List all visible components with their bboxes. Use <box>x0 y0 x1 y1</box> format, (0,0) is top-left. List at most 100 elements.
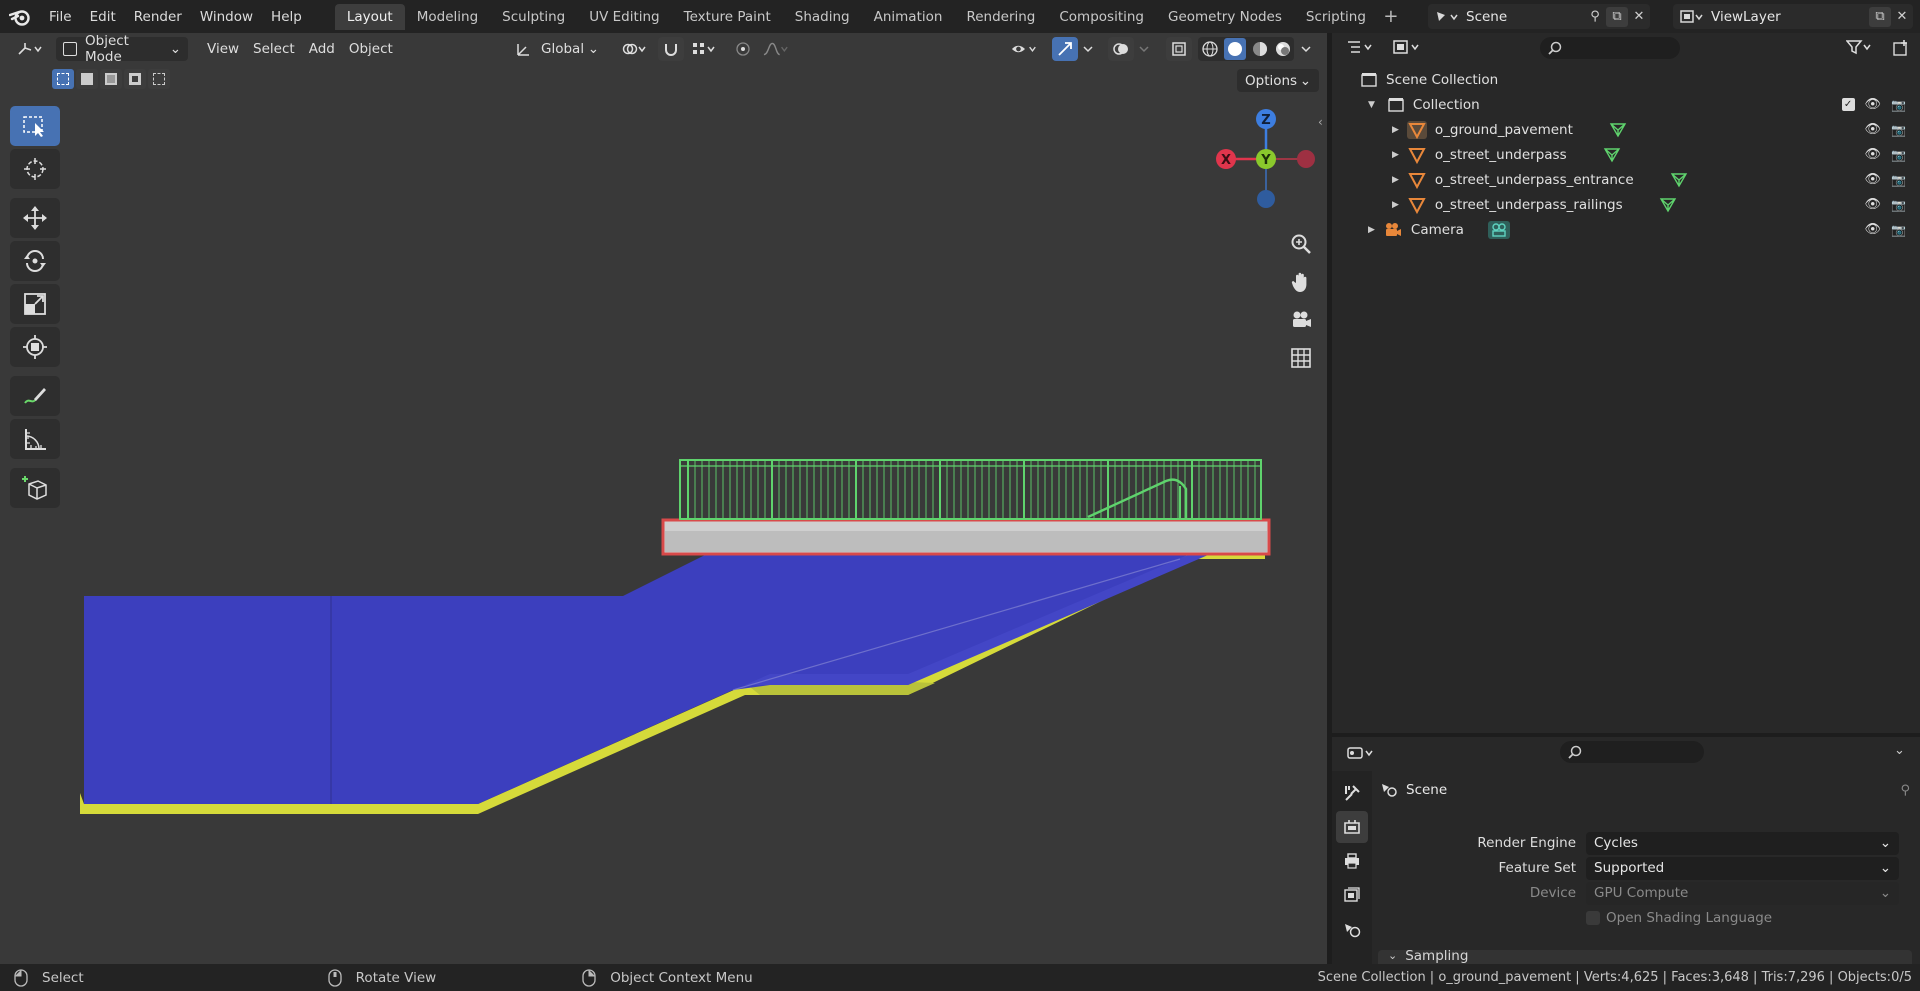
tab-uv-editing[interactable]: UV Editing <box>577 4 671 30</box>
pan-button[interactable] <box>1284 265 1318 299</box>
osl-checkbox[interactable] <box>1586 911 1600 925</box>
properties-search-input[interactable] <box>1560 741 1704 763</box>
menu-render[interactable]: Render <box>125 4 191 30</box>
camera-render-icon[interactable]: 📷 <box>1891 173 1906 187</box>
camera-render-icon[interactable]: 📷 <box>1891 98 1906 112</box>
camera-render-icon[interactable]: 📷 <box>1891 148 1906 162</box>
3d-viewport[interactable]: Object Mode ⌄ View Select Add Object Glo… <box>0 33 1327 964</box>
scene-collection-icon <box>1361 72 1377 87</box>
tab-texture-paint[interactable]: Texture Paint <box>672 4 783 30</box>
render-engine-label: Render Engine <box>1477 835 1576 851</box>
printer-icon <box>1345 853 1359 869</box>
eye-icon[interactable]: 👁 <box>1865 197 1882 212</box>
outliner-editor-type[interactable] <box>1346 39 1378 55</box>
tab-animation[interactable]: Animation <box>862 4 955 30</box>
top-bar: File Edit Render Window Help Layout Mode… <box>0 0 1920 33</box>
output-tab[interactable] <box>1336 845 1368 877</box>
view-layer-tab[interactable] <box>1336 879 1368 911</box>
tab-rendering[interactable]: Rendering <box>954 4 1047 30</box>
pin-icon[interactable]: ⚲ <box>1584 7 1606 27</box>
camera-render-icon[interactable]: 📷 <box>1891 223 1906 237</box>
blender-logo-icon[interactable] <box>0 0 40 33</box>
render-tab[interactable] <box>1336 811 1368 843</box>
chevron-down-icon: ⌄ <box>1879 835 1891 851</box>
menu-window[interactable]: Window <box>191 4 262 30</box>
mesh-object-icon <box>1408 197 1426 214</box>
scene-geometry[interactable] <box>0 33 1327 964</box>
properties-title: Scene <box>1406 782 1448 798</box>
properties-editor-type[interactable] <box>1346 745 1378 761</box>
camera-data-icon[interactable] <box>1487 220 1510 239</box>
scene-tab[interactable] <box>1336 913 1368 945</box>
outliner-row-collection[interactable]: ▼ Collection ✓ 👁 📷 <box>1332 92 1920 117</box>
tool-tab[interactable] <box>1336 777 1368 809</box>
expand-arrow-icon[interactable]: ▶ <box>1392 150 1399 160</box>
camera-view-button[interactable] <box>1284 303 1318 337</box>
outliner-row-scene-collection[interactable]: Scene Collection <box>1332 67 1920 92</box>
status-rotate: Rotate View <box>355 969 437 986</box>
outliner-row-object[interactable]: ▶ o_street_underpass_entrance 👁 📷 <box>1332 167 1920 192</box>
new-collection-icon[interactable] <box>1892 39 1912 57</box>
tab-geometry-nodes[interactable]: Geometry Nodes <box>1156 4 1294 30</box>
outliner-row-camera[interactable]: ▶ Camera 👁 📷 <box>1332 217 1920 242</box>
menu-edit[interactable]: Edit <box>81 4 125 30</box>
tab-layout[interactable]: Layout <box>334 3 405 30</box>
display-mode-dropdown[interactable] <box>1392 39 1424 55</box>
new-view-layer-icon[interactable]: ⧉ <box>1869 6 1891 27</box>
expand-arrow-icon[interactable]: ▶ <box>1392 125 1399 135</box>
ortho-toggle-button[interactable] <box>1284 341 1318 375</box>
tab-sculpting[interactable]: Sculpting <box>490 4 577 30</box>
osl-label: Open Shading Language <box>1606 910 1773 926</box>
expand-arrow-icon[interactable]: ▼ <box>1368 100 1375 110</box>
view-layer-name[interactable]: ViewLayer <box>1711 9 1869 25</box>
sampling-panel-header[interactable]: ⌄ Sampling <box>1378 950 1912 964</box>
outliner-row-object[interactable]: ▶ o_street_underpass_railings 👁 📷 <box>1332 192 1920 217</box>
collapse-arrow-icon[interactable]: ‹ <box>1318 115 1323 129</box>
mesh-data-icon[interactable] <box>1670 172 1688 188</box>
menu-file[interactable]: File <box>40 4 81 30</box>
expand-arrow-icon[interactable]: ▶ <box>1392 175 1399 185</box>
axis-z-label: Z <box>1261 113 1270 128</box>
filter-icon <box>1846 40 1871 55</box>
render-engine-dropdown[interactable]: Cycles ⌄ <box>1586 831 1899 855</box>
navigation-gizmo[interactable]: Z X Y <box>1212 105 1320 213</box>
eye-icon[interactable]: 👁 <box>1865 147 1882 162</box>
zoom-button[interactable] <box>1284 227 1318 261</box>
tab-shading[interactable]: Shading <box>783 4 862 30</box>
scene-name[interactable]: Scene <box>1466 9 1584 25</box>
expand-arrow-icon[interactable]: ▶ <box>1368 225 1375 235</box>
close-icon[interactable]: ✕ <box>1628 7 1650 27</box>
object-label: o_ground_pavement <box>1434 121 1573 138</box>
view-layer-selector[interactable]: ViewLayer ⧉ ✕ <box>1673 4 1913 29</box>
outliner-row-object[interactable]: ▶ o_ground_pavement 👁 📷 <box>1332 117 1920 142</box>
mesh-data-icon[interactable] <box>1659 197 1677 213</box>
camera-render-icon[interactable]: 📷 <box>1891 198 1906 212</box>
zoom-icon <box>1291 234 1311 254</box>
feature-set-dropdown[interactable]: Supported ⌄ <box>1586 856 1899 880</box>
scene-selector[interactable]: Scene ⚲ ⧉ ✕ <box>1428 4 1650 29</box>
outliner-row-object[interactable]: ▶ o_street_underpass 👁 📷 <box>1332 142 1920 167</box>
tab-modeling[interactable]: Modeling <box>405 4 490 30</box>
mesh-data-icon[interactable] <box>1609 122 1627 138</box>
filter-dropdown[interactable] <box>1846 39 1876 55</box>
camera-render-icon[interactable]: 📷 <box>1891 123 1906 137</box>
outliner-search-input[interactable] <box>1540 37 1680 59</box>
menu-help[interactable]: Help <box>262 4 311 30</box>
tab-scripting[interactable]: Scripting <box>1294 4 1378 30</box>
tab-compositing[interactable]: Compositing <box>1047 4 1156 30</box>
exclude-checkbox[interactable]: ✓ <box>1841 98 1855 111</box>
collection-icon <box>1388 97 1404 112</box>
pin-icon[interactable]: ⚲ <box>1900 783 1910 798</box>
add-workspace-icon[interactable]: + <box>1378 6 1404 27</box>
device-dropdown[interactable]: GPU Compute ⌄ <box>1586 881 1899 905</box>
eye-icon[interactable]: 👁 <box>1865 172 1882 187</box>
chevron-down-icon[interactable]: ⌄ <box>1894 743 1905 758</box>
expand-arrow-icon[interactable]: ▶ <box>1392 200 1399 210</box>
eye-icon[interactable]: 👁 <box>1865 122 1882 137</box>
eye-icon[interactable]: 👁 <box>1865 97 1882 112</box>
eye-icon[interactable]: 👁 <box>1865 222 1882 237</box>
new-scene-icon[interactable]: ⧉ <box>1606 6 1628 27</box>
mesh-object-icon <box>1408 147 1426 164</box>
mesh-data-icon[interactable] <box>1603 147 1621 163</box>
close-icon[interactable]: ✕ <box>1891 7 1913 27</box>
